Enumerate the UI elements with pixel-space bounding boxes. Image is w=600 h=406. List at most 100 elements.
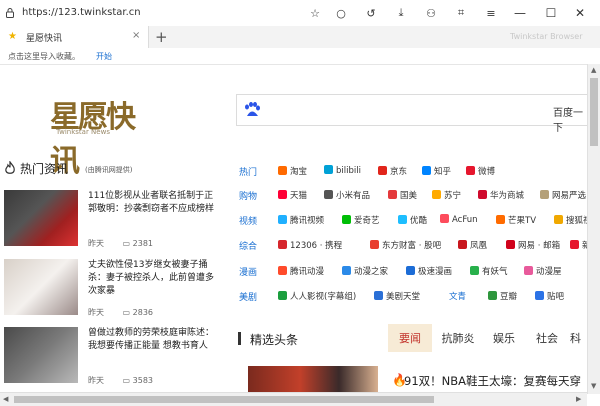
vertical-scroll-thumb[interactable] bbox=[590, 78, 598, 146]
refresh-icon[interactable]: ○ bbox=[333, 5, 349, 21]
site-link[interactable]: 知乎 bbox=[422, 165, 451, 177]
horizontal-scrollbar[interactable]: ◀ ▶ bbox=[0, 392, 587, 406]
tab-entertainment[interactable]: 娱乐 bbox=[486, 324, 522, 352]
site-link[interactable]: 爱奇艺 bbox=[342, 214, 380, 226]
site-link[interactable]: 12306 · 携程 bbox=[278, 239, 342, 251]
news-thumbnail[interactable] bbox=[4, 259, 78, 315]
nav-category-literature[interactable]: 文青 bbox=[449, 290, 466, 302]
site-link[interactable]: 东方财富 · 股吧 bbox=[370, 239, 441, 251]
news-headline[interactable]: 曾做过教师的劳荣枝庭审陈述：我想要传播正能量 想教书育人 bbox=[88, 327, 220, 353]
site-link[interactable]: 美剧天堂 bbox=[374, 290, 420, 302]
site-link[interactable]: AcFun bbox=[440, 214, 478, 225]
tab-close-icon[interactable]: × bbox=[132, 30, 140, 41]
vertical-scrollbar[interactable]: ▲ ▼ bbox=[587, 64, 600, 394]
baidu-paw-icon[interactable] bbox=[243, 101, 261, 119]
news-thumbnail[interactable] bbox=[4, 327, 78, 383]
scroll-left-icon[interactable]: ◀ bbox=[3, 395, 8, 403]
headline-thumbnail[interactable] bbox=[248, 366, 378, 394]
comment-icon: ▭ bbox=[122, 239, 131, 248]
news-time: 昨天 bbox=[88, 308, 104, 317]
news-meta: 昨天 ▭ 2836 bbox=[88, 307, 153, 318]
address-bar[interactable]: https://123.twinkstar.cn bbox=[22, 7, 141, 18]
tab-society[interactable]: 社会 bbox=[529, 324, 565, 352]
site-link[interactable]: 苏宁 bbox=[432, 189, 461, 201]
tab-pneumonia[interactable]: 抗肺炎 bbox=[437, 324, 479, 352]
section-marker bbox=[238, 332, 241, 345]
hot-news-title: 热门资讯 bbox=[20, 162, 69, 176]
news-headline[interactable]: 111位影视从业者联名抵制于正郭敬明：抄袭剽窃者不应成榜样 bbox=[88, 190, 220, 216]
tab-tech[interactable]: 科 bbox=[570, 324, 586, 352]
news-meta: 昨天 ▭ 2381 bbox=[88, 238, 153, 249]
nav-category-us-drama[interactable]: 美剧 bbox=[239, 290, 257, 303]
hot-news-source: (由腾讯网提供) bbox=[85, 166, 133, 174]
site-link[interactable]: 腾讯动漫 bbox=[278, 265, 324, 277]
new-tab-button[interactable]: + bbox=[155, 28, 168, 46]
maximize-button[interactable]: ☐ bbox=[541, 4, 561, 22]
comment-icon: ▭ bbox=[122, 308, 131, 317]
site-link[interactable]: 动漫之家 bbox=[342, 265, 388, 277]
site-link[interactable]: 极速漫画 bbox=[406, 265, 452, 277]
lock-icon bbox=[6, 8, 14, 18]
news-comment-count: 3583 bbox=[132, 376, 154, 385]
crop-icon[interactable]: ⌗ bbox=[453, 5, 469, 21]
site-link[interactable]: 网易严选 bbox=[540, 189, 586, 201]
site-link[interactable]: 华为商城 bbox=[478, 189, 524, 201]
tab-news[interactable]: 要闻 bbox=[388, 324, 432, 352]
download-icon[interactable]: ⤓ bbox=[393, 5, 409, 21]
search-button[interactable]: 百度一下 bbox=[553, 104, 589, 134]
logo-subtext: Twinkstar News bbox=[56, 128, 110, 136]
news-headline[interactable]: 丈夫欲性侵13岁继女被妻子捅杀：妻子被控杀人，此前曾遭多次家暴 bbox=[88, 259, 220, 298]
tab-title: 星愿快讯 bbox=[26, 34, 63, 44]
site-link[interactable]: 动漫屋 bbox=[524, 265, 562, 277]
undo-icon[interactable]: ↺ bbox=[363, 5, 379, 21]
star-icon[interactable]: ☆ bbox=[307, 5, 323, 21]
site-link[interactable]: 凤凰 bbox=[458, 239, 487, 251]
bookmark-start-link[interactable]: 开始 bbox=[96, 51, 112, 62]
menu-icon[interactable]: ≡ bbox=[483, 5, 499, 21]
site-logo[interactable]: 星愿快讯 Twinkstar News bbox=[50, 88, 142, 179]
site-link[interactable]: 优酷 bbox=[398, 214, 427, 226]
selected-news-title: 精选头条 bbox=[250, 333, 299, 347]
tab-active[interactable]: ★ 星愿快讯 × bbox=[0, 26, 149, 48]
brand-watermark: Twinkstar Browser bbox=[510, 32, 583, 41]
site-link[interactable]: 国美 bbox=[388, 189, 417, 201]
scroll-down-icon[interactable]: ▼ bbox=[591, 382, 596, 390]
flame-icon bbox=[5, 161, 15, 174]
nav-category-shopping[interactable]: 购物 bbox=[239, 189, 257, 202]
site-link[interactable]: 京东 bbox=[378, 165, 407, 177]
search-input[interactable]: 百度一下 bbox=[236, 94, 589, 134]
site-link[interactable]: 有妖气 bbox=[470, 265, 508, 277]
horizontal-scroll-thumb[interactable] bbox=[14, 396, 434, 403]
site-link[interactable]: 天猫 bbox=[278, 189, 307, 201]
nav-category-general[interactable]: 综合 bbox=[239, 239, 257, 252]
site-link[interactable]: 豆瓣 bbox=[488, 290, 517, 302]
user-icon[interactable]: ⚇ bbox=[423, 5, 439, 21]
site-link[interactable]: 小米有品 bbox=[324, 189, 370, 201]
headline-link[interactable]: 91双！NBA鞋王太壕：复赛每天穿 bbox=[404, 373, 581, 389]
site-link[interactable]: 淘宝 bbox=[278, 165, 307, 177]
news-time: 昨天 bbox=[88, 376, 104, 385]
site-link[interactable]: bilibili bbox=[324, 165, 361, 176]
site-link[interactable]: 网易 · 邮箱 bbox=[506, 239, 560, 251]
browser-toolbar: https://123.twinkstar.cn ☆ ○ ↺ ⤓ ⚇ ⌗ ≡ —… bbox=[0, 0, 600, 27]
site-link[interactable]: 微博 bbox=[466, 165, 495, 177]
news-comment-count: 2836 bbox=[132, 308, 154, 317]
site-link[interactable]: 贴吧 bbox=[535, 290, 564, 302]
bookmark-bar: 点击这里导入收藏。 开始 bbox=[0, 48, 600, 65]
minimize-button[interactable]: — bbox=[510, 4, 530, 22]
news-thumbnail[interactable] bbox=[4, 190, 78, 246]
scroll-right-icon[interactable]: ▶ bbox=[576, 395, 581, 403]
bookmark-hint: 点击这里导入收藏。 bbox=[8, 52, 80, 61]
site-link[interactable]: 人人影视(字幕组) bbox=[278, 290, 356, 302]
tab-bar: ★ 星愿快讯 × + Twinkstar Browser bbox=[0, 26, 600, 49]
nav-category-video[interactable]: 视频 bbox=[239, 214, 257, 227]
nav-category-comics[interactable]: 漫画 bbox=[239, 265, 257, 278]
news-meta: 昨天 ▭ 3583 bbox=[88, 375, 153, 386]
favicon-star-icon: ★ bbox=[8, 31, 17, 42]
nav-category-hot[interactable]: 热门 bbox=[239, 165, 257, 178]
scroll-up-icon[interactable]: ▲ bbox=[591, 66, 596, 74]
site-link[interactable]: 腾讯视频 bbox=[278, 214, 324, 226]
news-time: 昨天 bbox=[88, 239, 104, 248]
close-window-button[interactable]: ✕ bbox=[570, 4, 590, 22]
site-link[interactable]: 芒果TV bbox=[496, 214, 536, 226]
